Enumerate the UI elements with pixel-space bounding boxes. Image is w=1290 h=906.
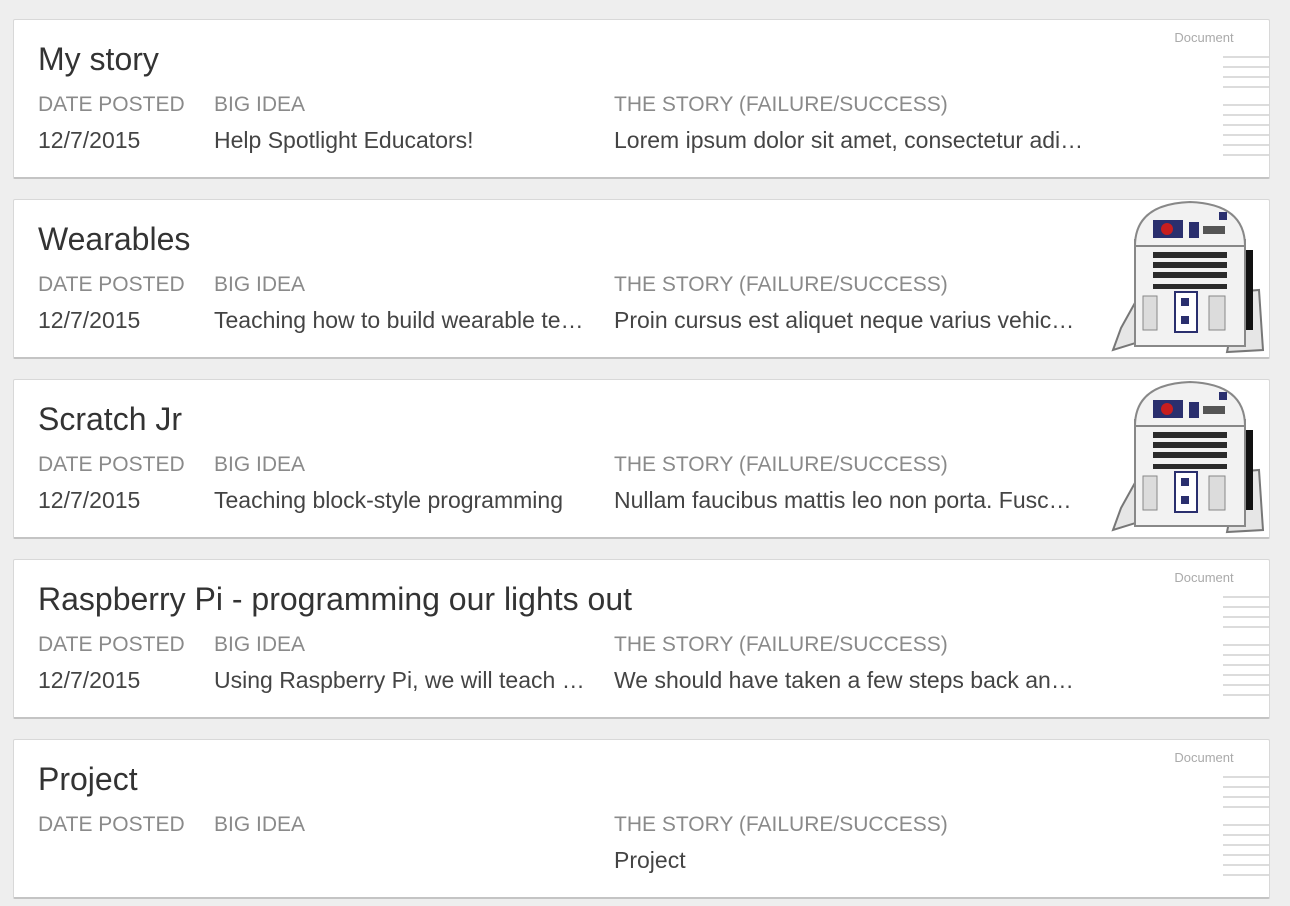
story-title[interactable]: Project [38, 761, 138, 798]
big-idea-label: BIG IDEA [214, 453, 306, 476]
robot-icon [1111, 200, 1265, 354]
document-thumbnail[interactable]: Document [1109, 20, 1269, 177]
robot-thumbnail[interactable] [1109, 380, 1269, 537]
the-story-value: We should have taken a few steps back an… [614, 667, 1084, 693]
story-card[interactable]: Scratch Jr DATE POSTED BIG IDEA THE STOR… [13, 379, 1270, 539]
date-posted-label: DATE POSTED [38, 273, 185, 296]
story-title[interactable]: My story [38, 41, 159, 78]
big-idea-value: Help Spotlight Educators! [214, 127, 474, 153]
date-posted-label: DATE POSTED [38, 93, 185, 116]
document-lines-icon [1223, 776, 1269, 876]
document-thumbnail[interactable]: Document [1109, 560, 1269, 717]
story-card[interactable]: Wearables DATE POSTED BIG IDEA THE STORY… [13, 199, 1270, 359]
story-title[interactable]: Wearables [38, 221, 190, 258]
document-label: Document [1174, 570, 1234, 585]
the-story-label: THE STORY (FAILURE/SUCCESS) [614, 273, 948, 296]
story-list: My story DATE POSTED BIG IDEA THE STORY … [0, 0, 1290, 906]
the-story-label: THE STORY (FAILURE/SUCCESS) [614, 633, 948, 656]
the-story-value: Nullam faucibus mattis leo non porta. Fu… [614, 487, 1084, 513]
date-posted-value: 12/7/2015 [38, 487, 141, 513]
robot-thumbnail[interactable] [1109, 200, 1269, 357]
document-lines-icon [1223, 56, 1269, 156]
big-idea-label: BIG IDEA [214, 273, 306, 296]
big-idea-label: BIG IDEA [214, 93, 306, 116]
big-idea-value: Teaching block-style programming [214, 487, 563, 513]
date-posted-label: DATE POSTED [38, 453, 185, 476]
the-story-value: Proin cursus est aliquet neque varius ve… [614, 307, 1084, 333]
date-posted-label: DATE POSTED [38, 633, 185, 656]
the-story-value: Project [614, 847, 686, 873]
big-idea-label: BIG IDEA [214, 633, 306, 656]
story-card[interactable]: My story DATE POSTED BIG IDEA THE STORY … [13, 19, 1270, 179]
document-thumbnail[interactable]: Document [1109, 740, 1269, 897]
big-idea-value: Teaching how to build wearable technolog… [214, 307, 586, 333]
document-label: Document [1174, 750, 1234, 765]
big-idea-value: Using Raspberry Pi, we will teach progra… [214, 667, 586, 693]
date-posted-value: 12/7/2015 [38, 307, 141, 333]
date-posted-label: DATE POSTED [38, 813, 185, 836]
story-card[interactable]: Raspberry Pi - programming our lights ou… [13, 559, 1270, 719]
date-posted-value: 12/7/2015 [38, 127, 141, 153]
story-card[interactable]: Project DATE POSTED BIG IDEA THE STORY (… [13, 739, 1270, 899]
story-title[interactable]: Raspberry Pi - programming our lights ou… [38, 581, 632, 618]
story-title[interactable]: Scratch Jr [38, 401, 182, 438]
date-posted-value: 12/7/2015 [38, 667, 141, 693]
the-story-value: Lorem ipsum dolor sit amet, consectetur … [614, 127, 1084, 153]
robot-icon [1111, 380, 1265, 534]
document-lines-icon [1223, 596, 1269, 696]
document-label: Document [1174, 30, 1234, 45]
big-idea-label: BIG IDEA [214, 813, 306, 836]
the-story-label: THE STORY (FAILURE/SUCCESS) [614, 93, 948, 116]
the-story-label: THE STORY (FAILURE/SUCCESS) [614, 453, 948, 476]
the-story-label: THE STORY (FAILURE/SUCCESS) [614, 813, 948, 836]
